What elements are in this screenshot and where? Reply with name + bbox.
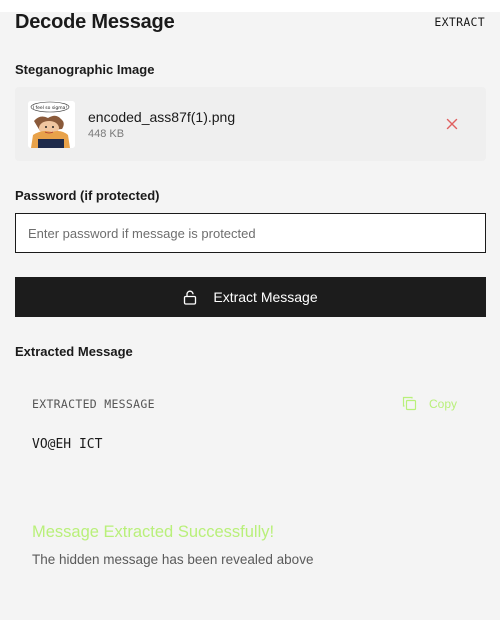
thumbnail-caption: I feel so sigma! bbox=[33, 105, 68, 111]
result-section-label: Extracted Message bbox=[15, 344, 133, 359]
image-section-label: Steganographic Image bbox=[15, 62, 155, 77]
close-icon bbox=[446, 118, 458, 130]
password-input[interactable] bbox=[15, 213, 486, 253]
image-thumbnail: I feel so sigma! bbox=[28, 100, 75, 148]
file-info: encoded_ass87f(1).png 448 KB bbox=[88, 109, 442, 140]
extracted-message-text: VO@EH ICT bbox=[32, 437, 103, 452]
file-size: 448 KB bbox=[88, 127, 125, 140]
meme-thumbnail-image: I feel so sigma! bbox=[28, 100, 75, 148]
extract-button-label: Extract Message bbox=[213, 289, 318, 305]
copy-button[interactable]: Copy bbox=[402, 396, 457, 411]
file-name: encoded_ass87f(1).png bbox=[88, 108, 236, 125]
extract-tab[interactable]: EXTRACT bbox=[434, 15, 485, 29]
password-label: Password (if protected) bbox=[15, 188, 160, 203]
page-title: Decode Message bbox=[15, 10, 175, 33]
remove-file-button[interactable] bbox=[442, 114, 462, 134]
page-header: Decode Message EXTRACT bbox=[15, 8, 485, 36]
lock-icon bbox=[183, 290, 197, 305]
extract-message-button[interactable]: Extract Message bbox=[15, 277, 486, 317]
result-box-label: EXTRACTED MESSAGE bbox=[32, 396, 155, 411]
result-box-header: EXTRACTED MESSAGE Copy bbox=[32, 396, 457, 411]
uploaded-file-card: I feel so sigma! encoded_ass87f(1).png 4… bbox=[15, 87, 486, 161]
copy-icon bbox=[402, 396, 417, 411]
copy-label: Copy bbox=[428, 396, 457, 411]
success-subtitle: The hidden message has been revealed abo… bbox=[32, 552, 314, 567]
success-title: Message Extracted Successfully! bbox=[32, 523, 275, 541]
